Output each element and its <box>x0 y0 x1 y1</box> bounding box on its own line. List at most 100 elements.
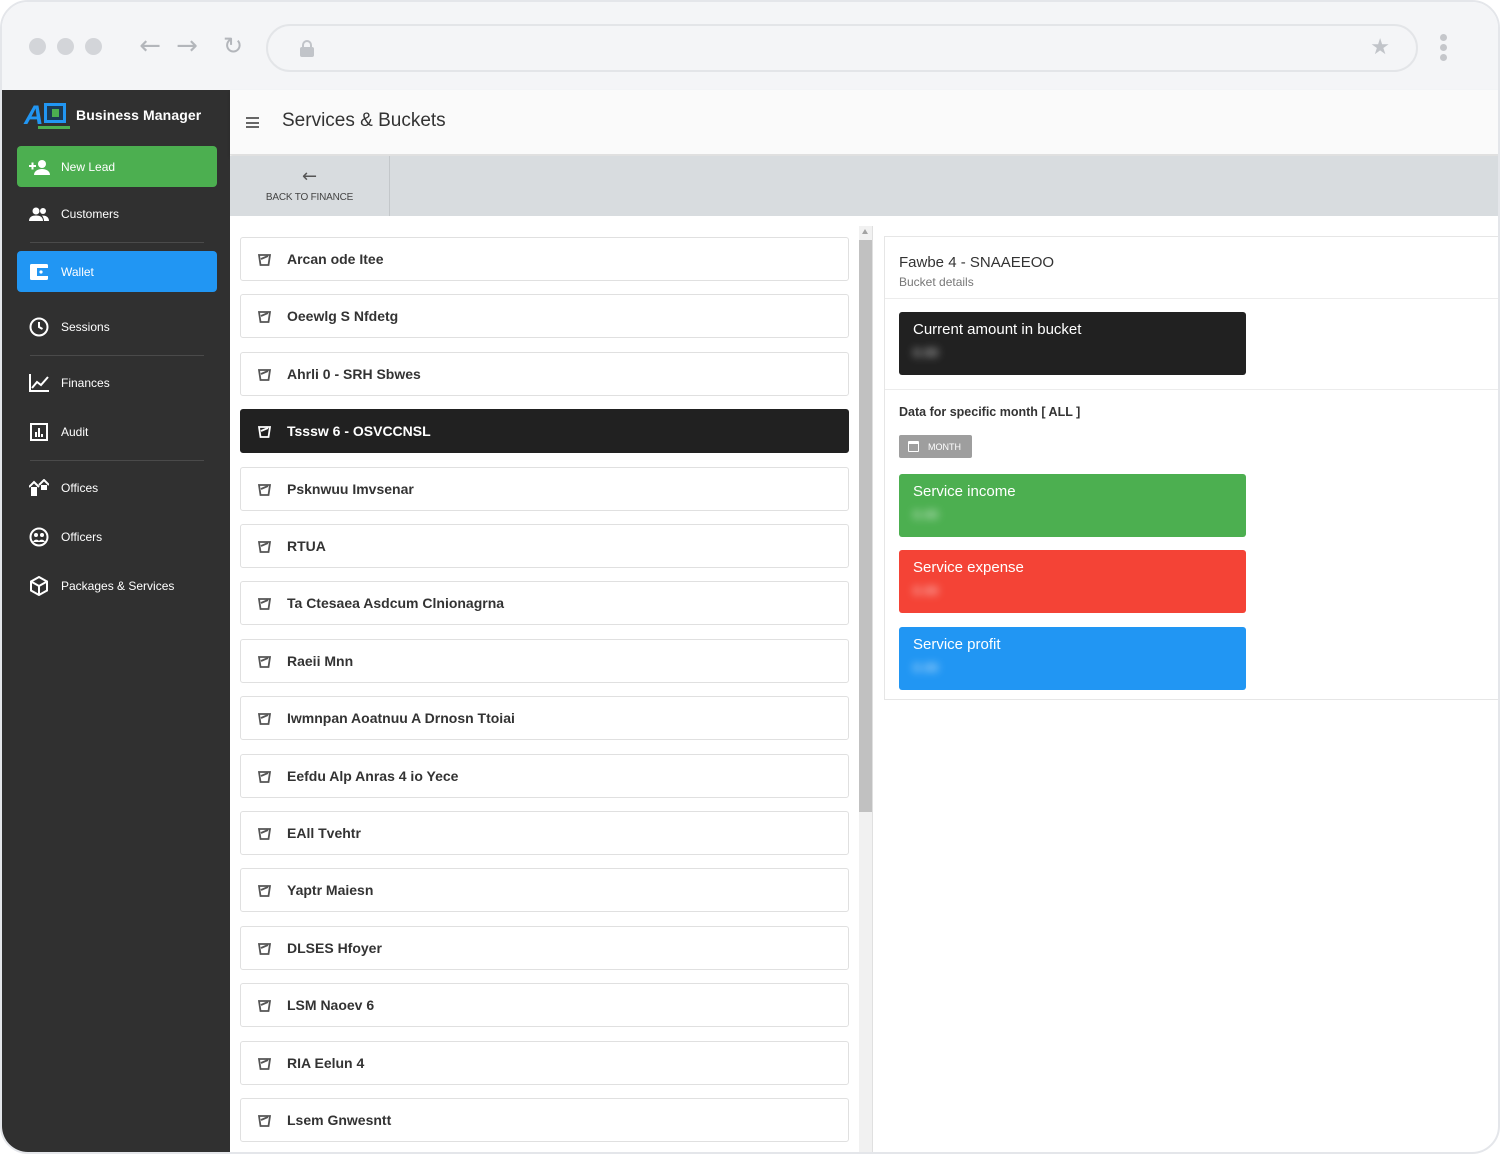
service-list-item[interactable]: Arcan ode Itee <box>240 237 849 281</box>
panel-divider <box>885 389 1498 390</box>
panel-header: Fawbe 4 - SNAAEEOO Bucket details <box>885 237 1498 299</box>
window-maximize-dot[interactable] <box>85 38 102 55</box>
bucket-details-panel: Fawbe 4 - SNAAEEOO Bucket details Curren… <box>884 236 1498 700</box>
sidebar-item-audit[interactable]: Audit <box>17 411 217 452</box>
service-list-item[interactable]: RIA Eelun 4 <box>240 1041 849 1085</box>
service-list-item[interactable]: Eefdu Alp Anras 4 io Yece <box>240 754 849 798</box>
sidebar-item-packages-services[interactable]: Packages & Services <box>17 565 217 606</box>
bucket-subtitle: Bucket details <box>899 275 974 289</box>
service-name: Lsem Gnwesntt <box>287 1112 392 1128</box>
calendar-icon <box>908 441 919 452</box>
current-amount-value: 0.00 <box>913 345 939 360</box>
service-list-item[interactable]: Ta Ctesaea Asdcum Clnionagrna <box>240 581 849 625</box>
sidebar-item-label: Customers <box>61 206 120 221</box>
service-name: DLSES Hfoyer <box>287 940 382 956</box>
reload-icon[interactable]: ↻ <box>220 32 246 60</box>
month-filter-label: Data for specific month [ ALL ] <box>899 405 1081 419</box>
service-name: LSM Naoev 6 <box>287 997 375 1013</box>
scrollbar-thumb[interactable] <box>859 240 872 812</box>
sidebar-item-offices[interactable]: Offices <box>17 467 217 508</box>
bookmark-star-icon[interactable]: ★ <box>1370 35 1390 60</box>
bucket-icon <box>241 1114 287 1127</box>
current-amount-label: Current amount in bucket <box>913 321 1082 338</box>
officers-icon <box>17 527 61 547</box>
window-close-dot[interactable] <box>29 38 46 55</box>
bucket-icon <box>241 712 287 725</box>
sidebar-item-label: Officers <box>61 529 103 544</box>
sidebar-divider <box>30 242 204 243</box>
sidebar-item-customers[interactable]: Customers <box>17 193 217 234</box>
bucket-icon <box>241 1057 287 1070</box>
sidebar-item-finances[interactable]: Finances <box>17 362 217 403</box>
service-list-item[interactable]: Psknwuu Imvsenar <box>240 467 849 511</box>
service-list-item[interactable]: Yaptr Maiesn <box>240 868 849 912</box>
bucket-icon <box>241 540 287 553</box>
page-title: Services & Buckets <box>282 110 446 131</box>
browser-menu-icon[interactable] <box>1440 34 1448 64</box>
service-expense-label: Service expense <box>913 559 1024 576</box>
sidebar-item-label: Finances <box>61 375 110 390</box>
sidebar-item-label: New Lead <box>61 159 116 174</box>
bucket-title: Fawbe 4 - SNAAEEOO <box>899 254 1055 271</box>
service-list-item[interactable]: Oeewlg S Nfdetg <box>240 294 849 338</box>
app-header: Services & Buckets <box>230 90 1498 155</box>
brand[interactable]: A Business Manager <box>24 100 201 130</box>
browser-back-icon[interactable]: ← <box>137 32 163 60</box>
service-profit-card: Service profit 0.00 <box>899 627 1246 690</box>
scroll-up-arrow[interactable] <box>862 229 868 234</box>
action-toolbar: ← BACK TO FINANCE <box>230 156 1498 216</box>
service-list-item[interactable]: Lsem Gnwesntt <box>240 1098 849 1142</box>
service-list-item[interactable]: RTUA <box>240 524 849 568</box>
browser-window: ← → ↻ ★ A Business Manager New Lead Cust… <box>0 0 1500 1154</box>
bucket-icon <box>241 999 287 1012</box>
person-add-icon <box>17 159 61 175</box>
current-amount-card: Current amount in bucket 0.00 <box>899 312 1246 375</box>
bucket-icon <box>241 310 287 323</box>
menu-icon[interactable] <box>246 117 259 131</box>
sidebar-divider <box>30 460 204 461</box>
bar-chart-icon <box>17 422 61 441</box>
browser-forward-icon[interactable]: → <box>174 32 200 60</box>
month-picker-button[interactable]: MONTH <box>899 435 972 458</box>
service-list-item[interactable]: Ahrli 0 - SRH Sbwes <box>240 352 849 396</box>
sidebar-item-label: Offices <box>61 480 99 495</box>
service-income-label: Service income <box>913 483 1016 500</box>
sidebar-item-label: Wallet <box>61 264 94 279</box>
sidebar-divider <box>30 355 204 356</box>
bucket-icon <box>241 655 287 668</box>
service-profit-value: 0.00 <box>913 660 939 675</box>
service-name: Ahrli 0 - SRH Sbwes <box>287 366 421 382</box>
wallet-icon <box>17 263 61 280</box>
sidebar-item-label: Packages & Services <box>61 578 175 593</box>
service-name: Iwmnpan Aoatnuu A Drnosn Ttoiai <box>287 710 515 726</box>
bucket-icon <box>241 368 287 381</box>
sidebar-item-officers[interactable]: Officers <box>17 516 217 557</box>
service-list-item[interactable]: LSM Naoev 6 <box>240 983 849 1027</box>
service-list-item[interactable]: Raeii Mnn <box>240 639 849 683</box>
service-list-item[interactable]: Tsssw 6 - OSVCCNSL <box>240 409 849 453</box>
service-name: Psknwuu Imvsenar <box>287 481 414 497</box>
bucket-icon <box>241 942 287 955</box>
offices-icon <box>17 478 61 497</box>
back-to-finance-button[interactable]: ← BACK TO FINANCE <box>230 156 390 216</box>
sidebar-item-sessions[interactable]: Sessions <box>17 306 217 347</box>
browser-toolbar: ← → ↻ ★ <box>2 2 1498 90</box>
list-scrollbar[interactable] <box>859 226 872 1152</box>
sidebar-item-label: Audit <box>61 424 89 439</box>
service-income-card: Service income 0.00 <box>899 474 1246 537</box>
window-minimize-dot[interactable] <box>57 38 74 55</box>
service-name: Yaptr Maiesn <box>287 882 374 898</box>
sidebar-item-wallet[interactable]: Wallet <box>17 251 217 292</box>
brand-name: Business Manager <box>76 107 202 123</box>
service-list-item[interactable]: DLSES Hfoyer <box>240 926 849 970</box>
month-button-label: MONTH <box>928 441 961 452</box>
service-list-item[interactable]: EAll Tvehtr <box>240 811 849 855</box>
service-expense-value: 0.00 <box>913 583 939 598</box>
service-name: Arcan ode Itee <box>287 251 384 267</box>
sidebar-item-new-lead[interactable]: New Lead <box>17 146 217 187</box>
service-name: Raeii Mnn <box>287 653 354 669</box>
address-bar[interactable]: ★ <box>266 24 1418 72</box>
back-to-finance-label: BACK TO FINANCE <box>265 192 354 203</box>
service-list-item[interactable]: Iwmnpan Aoatnuu A Drnosn Ttoiai <box>240 696 849 740</box>
service-expense-card: Service expense 0.00 <box>899 550 1246 613</box>
